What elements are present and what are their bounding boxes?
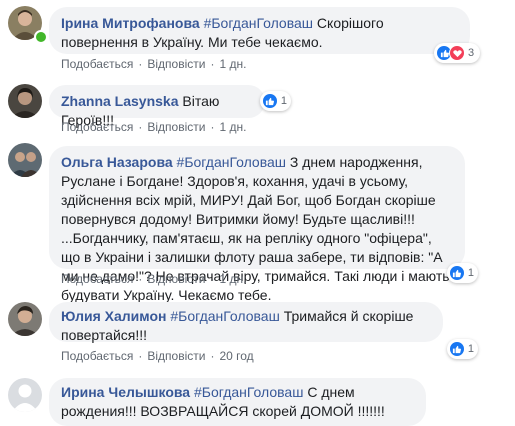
separator: · bbox=[138, 120, 143, 134]
reply-link[interactable]: Відповісти bbox=[147, 349, 205, 363]
hashtag-link[interactable]: #БогданГоловаш bbox=[177, 154, 286, 170]
separator: · bbox=[138, 57, 143, 71]
reply-link[interactable]: Відповісти bbox=[147, 272, 205, 286]
comment-bubble: Ірина Митрофанова #БогданГоловаш Скорішо… bbox=[49, 7, 470, 54]
timestamp[interactable]: 1 дн. bbox=[219, 120, 246, 134]
reactions-badge[interactable]: 1 bbox=[447, 263, 478, 283]
comment-author[interactable]: Ірина Митрофанова bbox=[61, 15, 200, 31]
reply-link[interactable]: Відповісти bbox=[147, 120, 205, 134]
hashtag-link[interactable]: #БогданГоловаш bbox=[204, 15, 313, 31]
hashtag-link[interactable]: #БогданГоловаш bbox=[194, 384, 303, 400]
comment-bubble: Ирина Челышкова #БогданГоловаш С днем ро… bbox=[49, 378, 426, 426]
like-reaction-icon bbox=[449, 265, 465, 281]
separator: · bbox=[210, 120, 215, 134]
like-link[interactable]: Подобається bbox=[61, 120, 133, 134]
comment-author[interactable]: Ирина Челышкова bbox=[61, 384, 190, 400]
like-link[interactable]: Подобається bbox=[61, 349, 133, 363]
comment-actions: Подобається · Відповісти · 1 дн. bbox=[61, 272, 246, 286]
comment-actions: Подобається · Відповісти · 1 дн. bbox=[61, 120, 246, 134]
hashtag-link[interactable]: #БогданГоловаш bbox=[170, 308, 279, 324]
comment-actions: Подобається · Відповісти · 20 год bbox=[61, 349, 254, 363]
timestamp[interactable]: 1 дн. bbox=[219, 57, 246, 71]
comment-actions: Подобається · Відповісти · 1 дн. bbox=[61, 57, 246, 71]
reaction-count: 1 bbox=[467, 343, 474, 355]
separator: · bbox=[210, 349, 215, 363]
reply-link[interactable]: Відповісти bbox=[147, 57, 205, 71]
comment-author[interactable]: Юлия Халимон bbox=[61, 308, 166, 324]
timestamp[interactable]: 1 дн. bbox=[219, 272, 246, 286]
comment-author[interactable]: Zhanna Lasynska bbox=[61, 93, 179, 109]
like-link[interactable]: Подобається bbox=[61, 57, 133, 71]
avatar[interactable] bbox=[8, 378, 42, 412]
separator: · bbox=[210, 57, 215, 71]
comment-bubble: Юлия Халимон #БогданГоловаш Тримайся й с… bbox=[49, 302, 443, 343]
online-status-indicator bbox=[34, 30, 48, 44]
reactions-badge[interactable]: 3 bbox=[434, 43, 480, 63]
timestamp[interactable]: 20 год bbox=[219, 349, 253, 363]
avatar[interactable] bbox=[8, 302, 42, 336]
like-reaction-icon bbox=[449, 341, 465, 357]
separator: · bbox=[210, 272, 215, 286]
separator: · bbox=[138, 272, 143, 286]
comment-author[interactable]: Ольга Назарова bbox=[61, 154, 173, 170]
separator: · bbox=[138, 349, 143, 363]
love-reaction-icon bbox=[449, 45, 465, 61]
reaction-count: 3 bbox=[468, 47, 475, 59]
comment-bubble: Zhanna Lasynska Вітаю Героїв!!! bbox=[49, 85, 265, 128]
reaction-count: 1 bbox=[280, 95, 287, 107]
comment-bubble: Ольга Назарова #БогданГоловаш З днем нар… bbox=[49, 146, 465, 303]
reaction-count: 1 bbox=[467, 267, 474, 279]
reactions-badge[interactable]: 1 bbox=[260, 91, 291, 111]
reactions-badge[interactable]: 1 bbox=[447, 339, 478, 359]
like-link[interactable]: Подобається bbox=[61, 272, 133, 286]
avatar[interactable] bbox=[8, 143, 42, 177]
like-reaction-icon bbox=[262, 93, 278, 109]
avatar[interactable] bbox=[8, 84, 42, 118]
